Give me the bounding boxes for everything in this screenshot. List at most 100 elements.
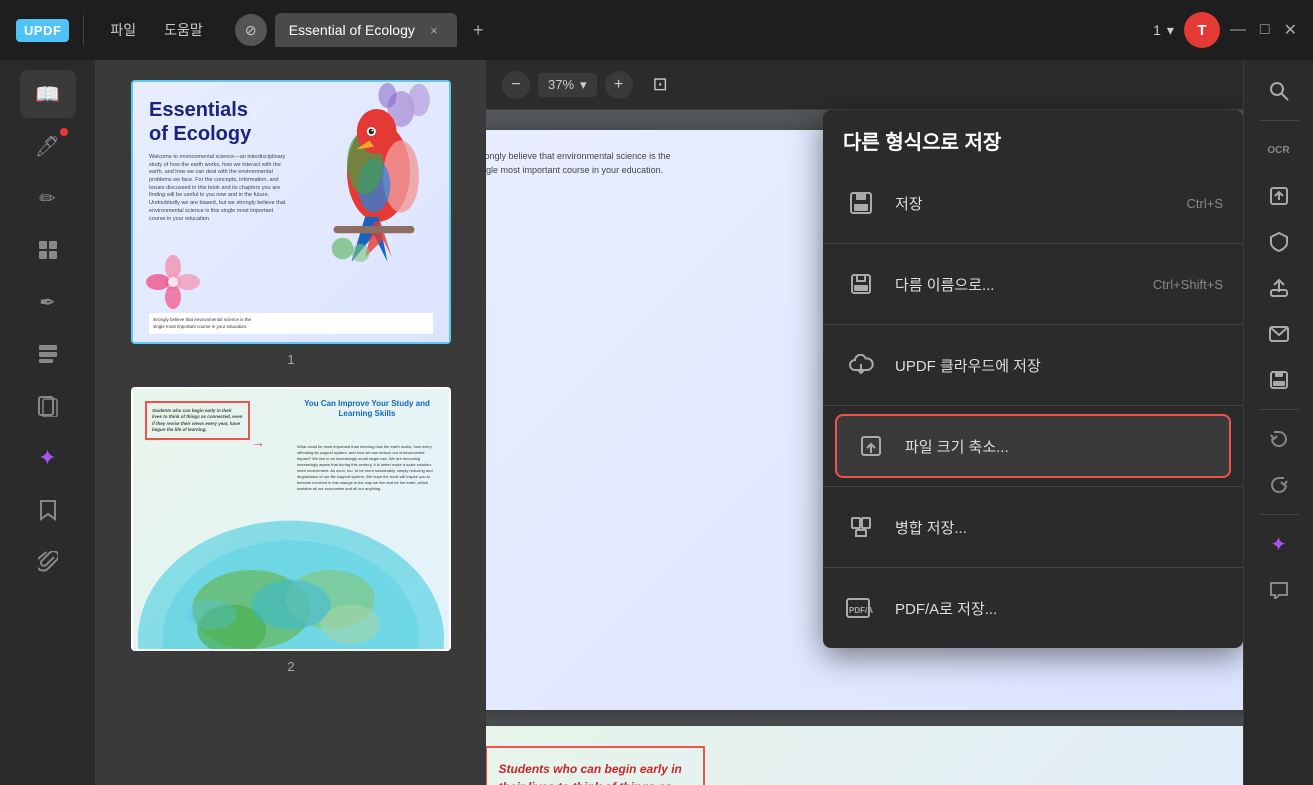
- tab-icon: ⊘: [235, 14, 267, 46]
- menu-file[interactable]: 파일: [98, 14, 148, 46]
- zoom-in-button[interactable]: +: [605, 71, 633, 99]
- dropdown-title: 다른 형식으로 저장: [823, 126, 1243, 171]
- sidebar-reader-icon[interactable]: 📖: [20, 70, 76, 118]
- dropdown-saveas-label: 다름 이름으로...: [895, 274, 994, 295]
- save-icon: [843, 185, 879, 221]
- dropdown-item-compress[interactable]: 파일 크기 축소...: [835, 414, 1231, 478]
- sidebar-annotate-icon[interactable]: ✏: [20, 174, 76, 222]
- fit-page-button[interactable]: ⊡: [653, 74, 668, 95]
- sidebar-export-icon[interactable]: [1255, 175, 1303, 217]
- page-dropdown[interactable]: ▾: [1167, 22, 1174, 39]
- sidebar-organize-icon[interactable]: [20, 330, 76, 378]
- page-number: 1: [1153, 22, 1161, 38]
- dropdown-merge-label: 병합 저장...: [895, 517, 967, 538]
- flower-decoration: [143, 252, 203, 312]
- sidebar-protect-icon[interactable]: [1255, 221, 1303, 263]
- toolbar: − 37% ▾ + ⊡: [486, 60, 1243, 110]
- thumbnail-page-2[interactable]: Students who can begin early in their li…: [131, 387, 451, 651]
- dropdown-item-merge[interactable]: 병합 저장...: [823, 495, 1243, 559]
- sidebar-save-icon[interactable]: [1255, 359, 1303, 401]
- sidebar-edit-icon[interactable]: 🖊: [20, 122, 76, 170]
- divider-4: [823, 486, 1243, 487]
- sidebar-effects-icon[interactable]: ✦: [1255, 523, 1303, 565]
- divider-1: [823, 243, 1243, 244]
- title-bar: UPDF 파일 도움말 ⊘ Essential of Ecology × + 1…: [0, 0, 1313, 60]
- sidebar-undo-icon[interactable]: [1255, 418, 1303, 460]
- sidebar-search-icon[interactable]: [1255, 70, 1303, 112]
- thumb1-bottom: strongly believe that environmental scie…: [149, 313, 433, 334]
- zoom-control: − 37% ▾ +: [502, 71, 633, 99]
- thumb1-body: Welcome to environmental science—an inte…: [149, 154, 289, 223]
- thumbnail-panel: Essentialsof Ecology Welcome to environm…: [96, 60, 486, 785]
- compress-icon: [853, 428, 889, 464]
- left-sidebar: 📖 🖊 ✏ ✒ ✦: [0, 60, 96, 785]
- dot-indicator: [60, 128, 68, 136]
- dropdown-compress-label: 파일 크기 축소...: [905, 436, 1009, 457]
- sidebar-bookmark-icon[interactable]: [20, 486, 76, 534]
- tab-close-button[interactable]: ×: [425, 21, 443, 39]
- pdf-view: − 37% ▾ + ⊡ strongly believe that enviro…: [486, 60, 1243, 785]
- thumb2-title: You Can Improve Your Study and Learning …: [297, 399, 437, 420]
- sidebar-share-icon[interactable]: [1255, 267, 1303, 309]
- sidebar-redo-icon[interactable]: [1255, 464, 1303, 506]
- sidebar-ai-icon[interactable]: ✦: [20, 434, 76, 482]
- tab-area: ⊘ Essential of Ecology × +: [235, 13, 492, 47]
- minimize-button[interactable]: —: [1230, 20, 1246, 40]
- merge-icon: [843, 509, 879, 545]
- dropdown-save-label: 저장: [895, 193, 923, 214]
- sidebar-form-icon[interactable]: [20, 226, 76, 274]
- pdfa-icon: PDF/A: [843, 590, 879, 626]
- zoom-out-button[interactable]: −: [502, 71, 530, 99]
- saveas-icon: [843, 266, 879, 302]
- pdf-page-2: Students who can begin early in their li…: [486, 726, 1243, 785]
- dropdown-item-pdfa[interactable]: PDF/A PDF/A로 저장...: [823, 576, 1243, 640]
- sidebar-comment-icon[interactable]: [1255, 569, 1303, 611]
- sidebar-pages-icon[interactable]: [20, 382, 76, 430]
- menu-help[interactable]: 도움말: [152, 14, 215, 46]
- parrot-illustration: [309, 82, 439, 262]
- user-avatar[interactable]: T: [1184, 12, 1220, 48]
- page-nav: 1 ▾: [1153, 22, 1174, 39]
- maximize-button[interactable]: □: [1260, 20, 1270, 40]
- thumbnail-page-1[interactable]: Essentialsof Ecology Welcome to environm…: [131, 80, 451, 344]
- right-sidebar: OCR ✦: [1243, 60, 1313, 785]
- sidebar-attachment-icon[interactable]: [20, 538, 76, 586]
- right-divider-1: [1259, 120, 1299, 121]
- right-divider-2: [1259, 409, 1299, 410]
- sidebar-sign-icon[interactable]: ✒: [20, 278, 76, 326]
- window-controls: — □ ✕: [1230, 20, 1297, 40]
- title-bar-divider: [83, 15, 84, 45]
- thumb2-number: 2: [287, 659, 294, 674]
- dropdown-save-shortcut: Ctrl+S: [1187, 196, 1223, 211]
- divider-5: [823, 567, 1243, 568]
- dropdown-item-save[interactable]: 저장 Ctrl+S: [823, 171, 1243, 235]
- main-content: 📖 🖊 ✏ ✒ ✦: [0, 60, 1313, 785]
- tab-add-button[interactable]: +: [465, 16, 492, 45]
- thumb1-number: 1: [287, 352, 294, 367]
- zoom-value-display[interactable]: 37% ▾: [538, 73, 597, 97]
- dropdown-cloud-label: UPDF 클라우드에 저장: [895, 355, 1041, 376]
- dropdown-saveas-shortcut: Ctrl+Shift+S: [1153, 277, 1223, 292]
- dropdown-item-saveas[interactable]: 다름 이름으로... Ctrl+Shift+S: [823, 252, 1243, 316]
- thumb2-globe: [133, 519, 449, 649]
- title-bar-menu: 파일 도움말: [98, 14, 214, 46]
- thumbnail-container-2: Students who can begin early in their li…: [131, 387, 451, 674]
- divider-2: [823, 324, 1243, 325]
- page2-quote: Students who can begin early in their li…: [486, 746, 705, 785]
- close-button[interactable]: ✕: [1284, 20, 1297, 40]
- cloud-icon: [843, 347, 879, 383]
- page1-text: strongly believe that environmental scie…: [486, 150, 875, 177]
- dropdown-item-cloud[interactable]: UPDF 클라우드에 저장: [823, 333, 1243, 397]
- thumbnail-container-1: Essentialsof Ecology Welcome to environm…: [131, 80, 451, 367]
- tab-ecology[interactable]: Essential of Ecology ×: [275, 13, 457, 47]
- updf-logo[interactable]: UPDF: [16, 19, 69, 42]
- title-bar-right: 1 ▾ T — □ ✕: [1153, 12, 1313, 48]
- sidebar-email-icon[interactable]: [1255, 313, 1303, 355]
- svg-text:PDF/A: PDF/A: [849, 606, 873, 615]
- thumb2-body: What could be most important than learni…: [297, 444, 437, 492]
- save-dropdown: 다른 형식으로 저장 저장 Ctrl+S 다름 이름으로... Ctrl+Shi…: [823, 110, 1243, 648]
- sidebar-ocr-icon[interactable]: OCR: [1255, 129, 1303, 171]
- tab-label: Essential of Ecology: [289, 22, 415, 38]
- thumb2-quote: Students who can begin early in their li…: [145, 401, 250, 440]
- divider-3: [823, 405, 1243, 406]
